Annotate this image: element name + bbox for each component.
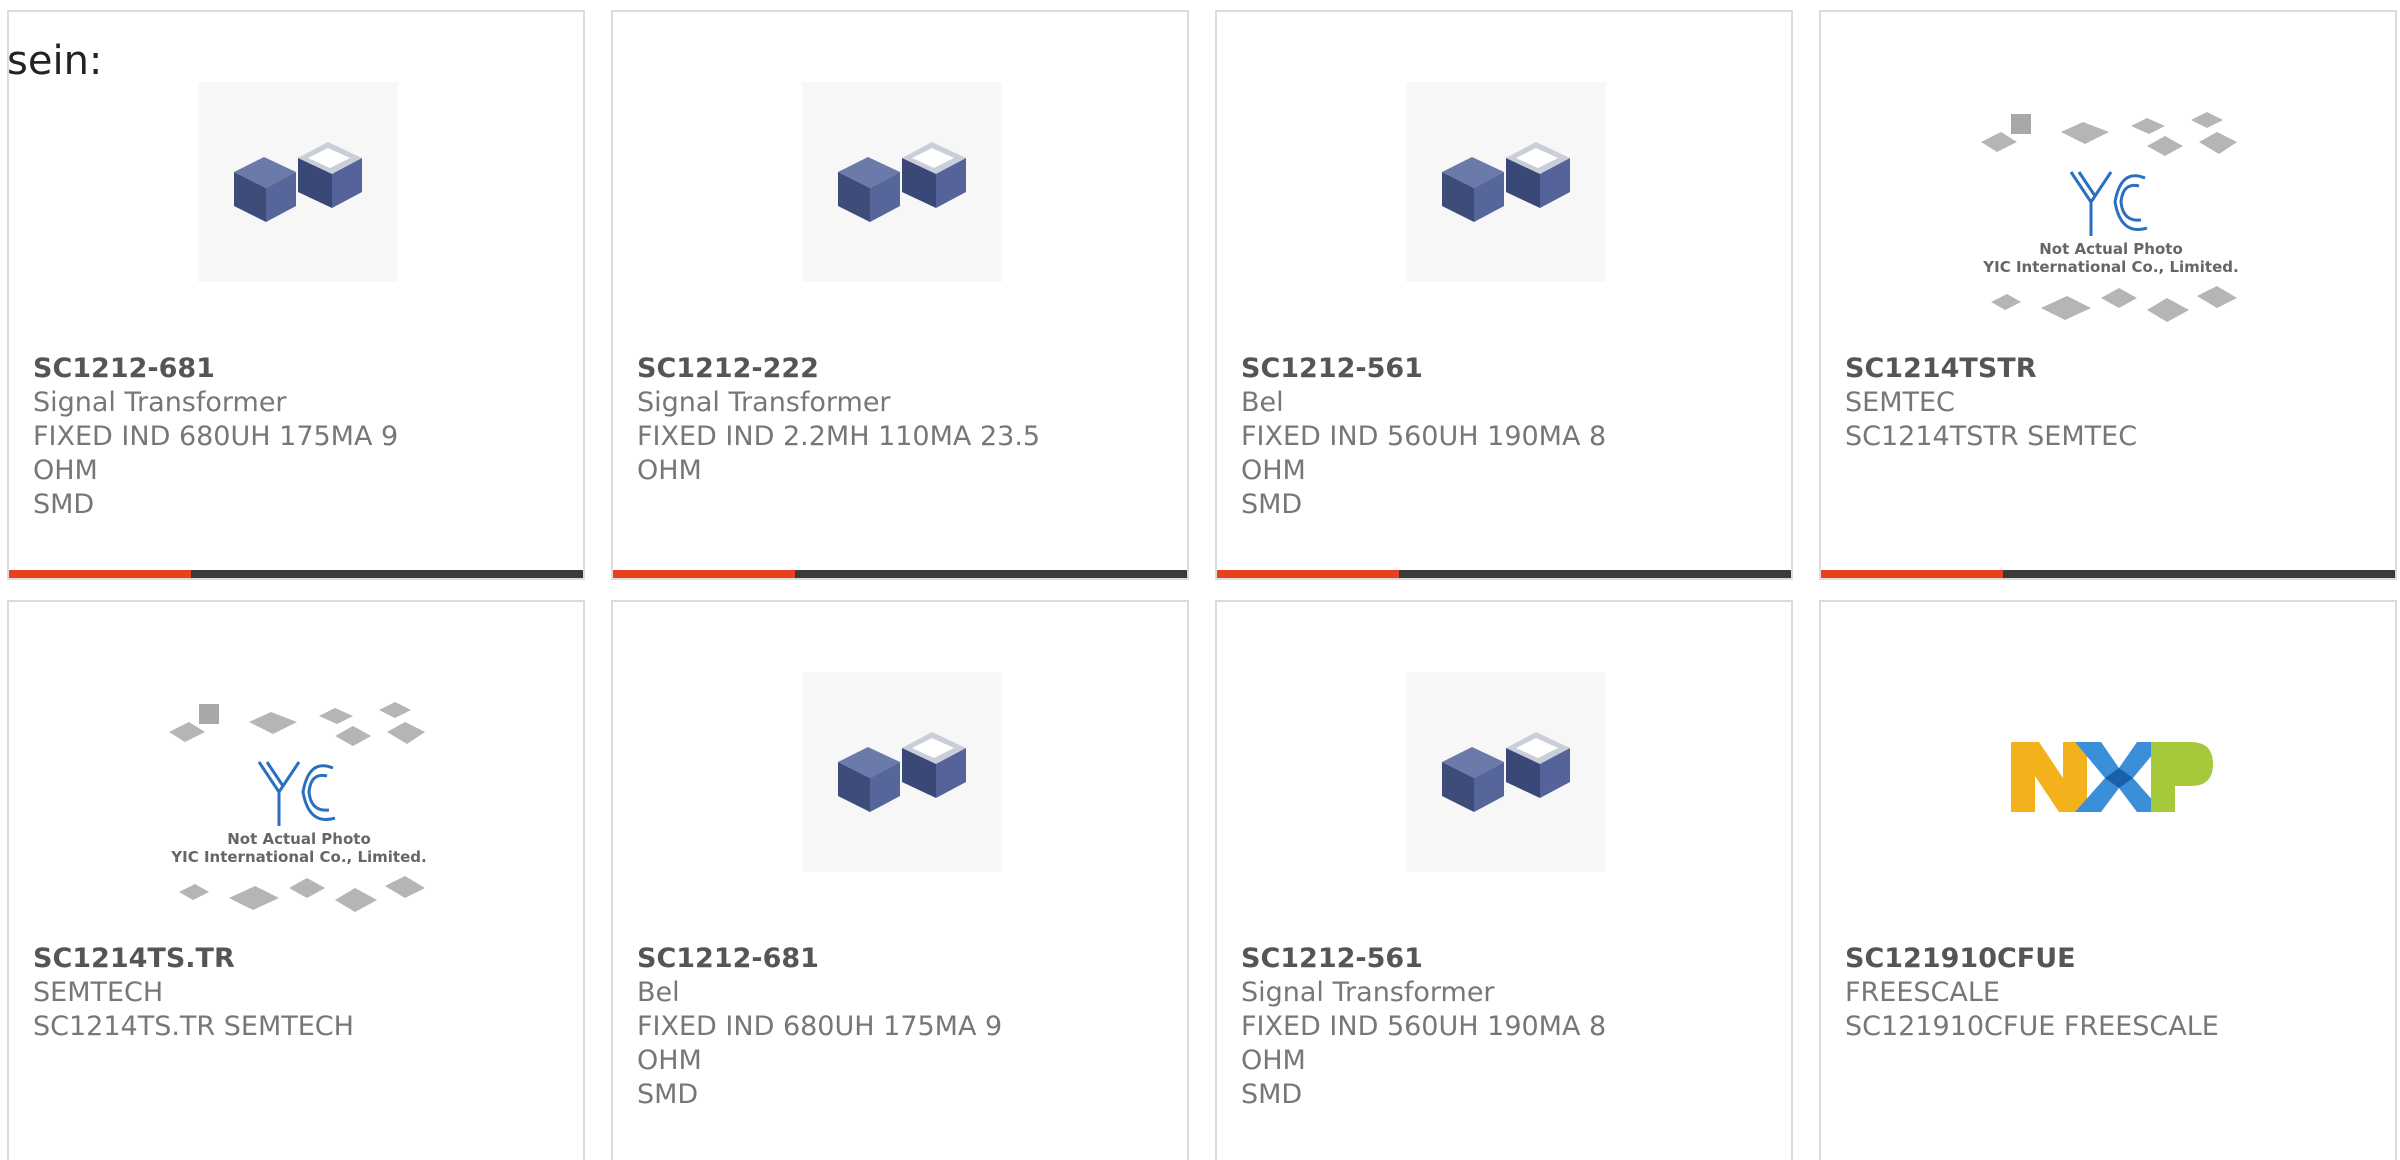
manufacturer: Signal Transformer xyxy=(1241,977,1495,1008)
card-bottom-bar xyxy=(9,570,583,578)
product-info: SC1214TSTR SEMTEC SC1214TSTR SEMTEC xyxy=(1845,352,2275,454)
nxp-logo[interactable] xyxy=(2001,712,2221,822)
manufacturer: Signal Transformer xyxy=(637,387,891,418)
svg-text:Not Actual Photo: Not Actual Photo xyxy=(2039,240,2183,258)
manufacturer: Bel xyxy=(637,977,680,1008)
manufacturer: Signal Transformer xyxy=(33,387,287,418)
svg-text:YIC International Co., Limited: YIC International Co., Limited. xyxy=(1982,258,2238,276)
description-line: SMD xyxy=(637,1079,699,1110)
product-info: SC1214TS.TR SEMTECH SC1214TS.TR SEMTECH xyxy=(33,942,463,1044)
manufacturer: Bel xyxy=(1241,387,1284,418)
svg-text:Not Actual Photo: Not Actual Photo xyxy=(227,830,371,848)
description-line: OHM xyxy=(637,455,702,486)
product-info: SC1212-681 Bel FIXED IND 680UH 175MA 9 O… xyxy=(637,942,1067,1112)
description-line: SMD xyxy=(33,489,95,520)
product-card[interactable]: SC1212-222 Signal Transformer FIXED IND … xyxy=(611,10,1189,580)
inductor-photo-icon[interactable] xyxy=(1406,672,1606,872)
product-info: SC1212-222 Signal Transformer FIXED IND … xyxy=(637,352,1067,488)
product-card[interactable]: Not Actual Photo YIC International Co., … xyxy=(1819,10,2397,580)
card-bottom-bar xyxy=(613,570,1187,578)
product-card[interactable]: SC1212-681 Bel FIXED IND 680UH 175MA 9 O… xyxy=(611,600,1189,1160)
description-line: SC1214TS.TR SEMTECH xyxy=(33,1011,354,1042)
inductor-photo-icon[interactable] xyxy=(802,82,1002,282)
inductor-photo-icon[interactable] xyxy=(198,82,398,282)
product-info: SC121910CFUE FREESCALE SC121910CFUE FREE… xyxy=(1845,942,2275,1044)
card-bottom-bar xyxy=(1217,570,1791,578)
product-card[interactable]: SC1212-561 Signal Transformer FIXED IND … xyxy=(1215,600,1793,1160)
part-number[interactable]: SC121910CFUE xyxy=(1845,942,2275,976)
description-line: FIXED IND 560UH 190MA 8 OHM xyxy=(1241,1011,1607,1076)
description-line: FIXED IND 680UH 175MA 9 OHM xyxy=(33,421,399,486)
card-accent xyxy=(9,570,191,578)
product-info: SC1212-561 Bel FIXED IND 560UH 190MA 8 O… xyxy=(1241,352,1671,522)
card-bottom-bar xyxy=(1821,570,2395,578)
product-card[interactable]: SC1212-681 Signal Transformer FIXED IND … xyxy=(7,10,585,580)
yic-placeholder-icon[interactable]: Not Actual Photo YIC International Co., … xyxy=(1971,102,2251,342)
description-line: SMD xyxy=(1241,489,1303,520)
description-line: FIXED IND 680UH 175MA 9 OHM xyxy=(637,1011,1003,1076)
part-number[interactable]: SC1212-681 xyxy=(637,942,1067,976)
card-accent xyxy=(613,570,795,578)
manufacturer: FREESCALE xyxy=(1845,977,2000,1008)
product-info: SC1212-561 Signal Transformer FIXED IND … xyxy=(1241,942,1671,1112)
description-line: SC1214TSTR SEMTEC xyxy=(1845,421,2138,452)
product-info: SC1212-681 Signal Transformer FIXED IND … xyxy=(33,352,463,522)
part-number[interactable]: SC1214TSTR xyxy=(1845,352,2275,386)
description-line: FIXED IND 2.2MH 110MA 23.5 xyxy=(637,421,1041,452)
description-line: SMD xyxy=(1241,1079,1303,1110)
part-number[interactable]: SC1212-561 xyxy=(1241,352,1671,386)
part-number[interactable]: SC1212-222 xyxy=(637,352,1067,386)
product-card[interactable]: SC1212-561 Bel FIXED IND 560UH 190MA 8 O… xyxy=(1215,10,1793,580)
manufacturer: SEMTECH xyxy=(33,977,164,1008)
inductor-photo-icon[interactable] xyxy=(1406,82,1606,282)
product-grid: SC1212-681 Signal Transformer FIXED IND … xyxy=(7,10,2400,1160)
description-line: SC121910CFUE FREESCALE xyxy=(1845,1011,2219,1042)
manufacturer: SEMTEC xyxy=(1845,387,1955,418)
part-number[interactable]: SC1212-561 xyxy=(1241,942,1671,976)
page-label: sein: xyxy=(7,38,103,84)
product-card[interactable]: SC121910CFUE FREESCALE SC121910CFUE FREE… xyxy=(1819,600,2397,1160)
product-card[interactable]: Not Actual Photo YIC International Co., … xyxy=(7,600,585,1160)
inductor-photo-icon[interactable] xyxy=(802,672,1002,872)
part-number[interactable]: SC1214TS.TR xyxy=(33,942,463,976)
part-number[interactable]: SC1212-681 xyxy=(33,352,463,386)
card-accent xyxy=(1821,570,2003,578)
card-accent xyxy=(1217,570,1399,578)
yic-placeholder-icon[interactable]: Not Actual Photo YIC International Co., … xyxy=(159,692,439,932)
description-line: FIXED IND 560UH 190MA 8 OHM xyxy=(1241,421,1607,486)
svg-text:YIC International Co., Limited: YIC International Co., Limited. xyxy=(170,848,426,866)
